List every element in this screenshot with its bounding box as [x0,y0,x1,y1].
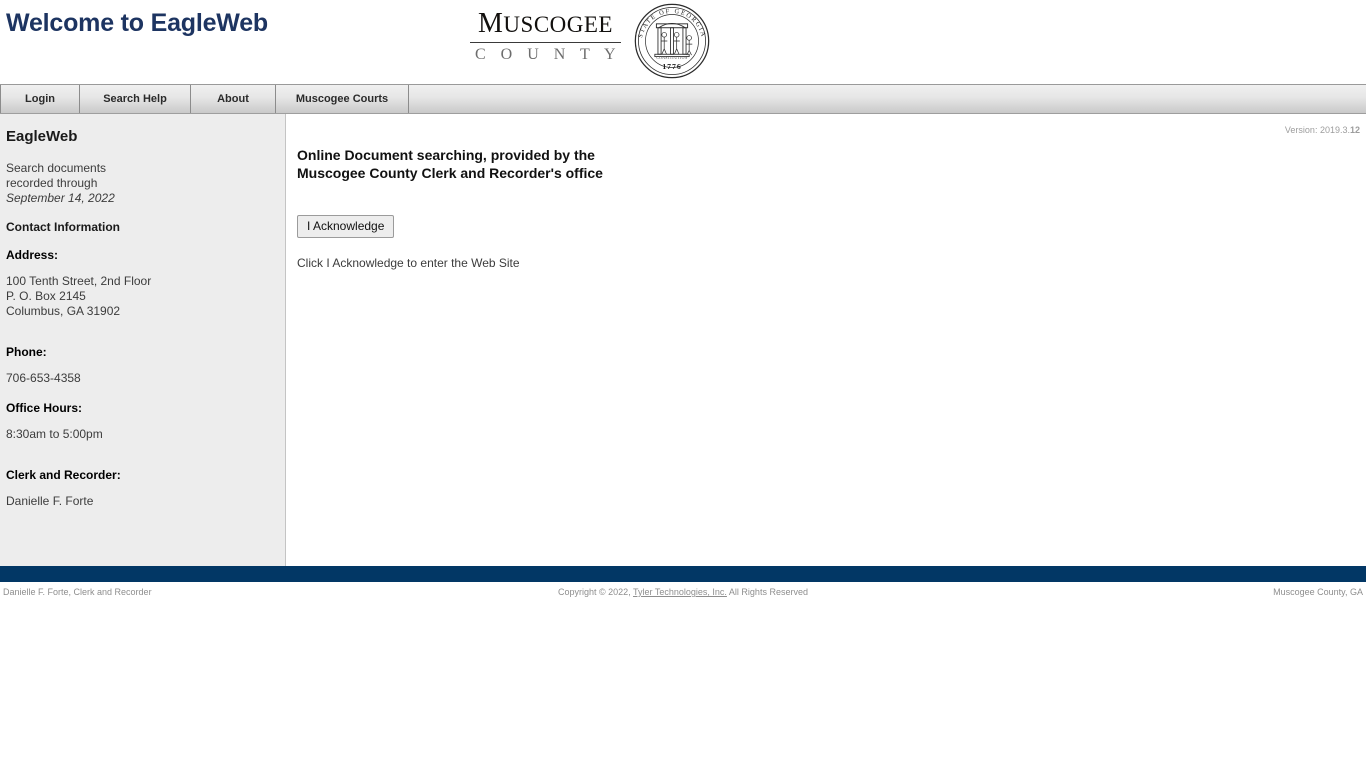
nav-tab-about[interactable]: About [191,85,276,113]
sidebar-clerk-label: Clerk and Recorder: [6,468,121,482]
address-line-1: 100 Tenth Street, 2nd Floor [6,274,152,288]
sidebar-phone-label: Phone: [6,345,47,359]
version-prefix: Version: 2019.3. [1284,125,1350,135]
footer-county-text: Muscogee County, GA [1273,587,1363,597]
main-content: Version: 2019.3.12 Online Document searc… [286,114,1366,566]
address-line-2: P. O. Box 2145 [6,289,86,303]
page-title: Welcome to EagleWeb [6,9,269,37]
logo-group: MUSCOGEE C O U N T Y STATE OF GEORGIA CO… [468,2,711,80]
content-inner: Online Document searching, provided by t… [286,114,1366,270]
footer-copyright-prefix: Copyright © 2022, [558,587,634,597]
nav-tab-login-label: Login [25,93,55,105]
nav-tab-search-help-label: Search Help [103,93,167,105]
footer-copyright: Copyright © 2022, Tyler Technologies, In… [0,587,1366,597]
georgia-state-seal-icon: STATE OF GEORGIA CONSTITUTION 1776 [634,3,710,79]
sidebar-blurb-line-2: recorded through [6,176,98,190]
sidebar-phone-value: 706-653-4358 [6,371,81,385]
footer-copyright-suffix: All Rights Reserved [726,587,808,597]
footer-accent-bar [0,566,1366,582]
version-build: 12 [1349,125,1360,135]
nav-tab-muscogee-courts-label: Muscogee Courts [295,93,389,105]
sidebar-contact-heading: Contact Information [6,220,120,234]
page-body: EagleWeb Search documents recorded throu… [0,114,1366,566]
sidebar-clerk-value: Danielle F. Forte [6,494,94,508]
muscogee-county-logo: MUSCOGEE C O U N T Y [468,2,623,64]
version-label: Version: 2019.3.12 [1285,125,1360,135]
sidebar-office-hours-value: 8:30am to 5:00pm [6,427,103,441]
acknowledge-button[interactable]: I Acknowledge [297,215,395,238]
sidebar-title: EagleWeb [6,128,78,145]
county-wordmark: C O U N T Y [475,45,621,63]
nav-tab-search-help[interactable]: Search Help [80,85,191,113]
page-header: Welcome to EagleWeb MUSCOGEE C O U N T Y… [0,0,1366,84]
main-navigation: Login Search Help About Muscogee Courts [0,84,1366,114]
logo-divider-rule [470,41,621,43]
sidebar-search-blurb: Search documents recorded through Septem… [6,161,279,206]
sidebar: EagleWeb Search documents recorded throu… [0,114,286,566]
sidebar-blurb-line-1: Search documents [6,161,107,175]
sidebar-office-hours-label: Office Hours: [6,401,83,415]
headline-line-1: Online Document searching, provided by t… [297,147,595,163]
footer: Danielle F. Forte, Clerk and Recorder Co… [0,582,1366,605]
headline-line-2: Muscogee County Clerk and Recorder's off… [297,165,603,181]
sidebar-address-value: 100 Tenth Street, 2nd Floor P. O. Box 21… [6,274,279,319]
tyler-technologies-link[interactable]: Tyler Technologies, Inc. [633,587,727,597]
main-headline: Online Document searching, provided by t… [297,146,717,182]
nav-tab-login[interactable]: Login [0,85,80,113]
sidebar-address-label: Address: [6,248,59,262]
nav-tab-about-label: About [217,93,249,105]
svg-text:1776: 1776 [662,62,681,71]
acknowledge-hint: Click I Acknowledge to enter the Web Sit… [297,256,520,270]
muscogee-wordmark: MUSCOGEE [478,8,613,39]
sidebar-recorded-through-date: September 14, 2022 [6,191,115,205]
address-line-3: Columbus, GA 31902 [6,304,121,318]
svg-text:CONSTITUTION: CONSTITUTION [656,56,687,60]
nav-tab-muscogee-courts[interactable]: Muscogee Courts [276,85,409,113]
